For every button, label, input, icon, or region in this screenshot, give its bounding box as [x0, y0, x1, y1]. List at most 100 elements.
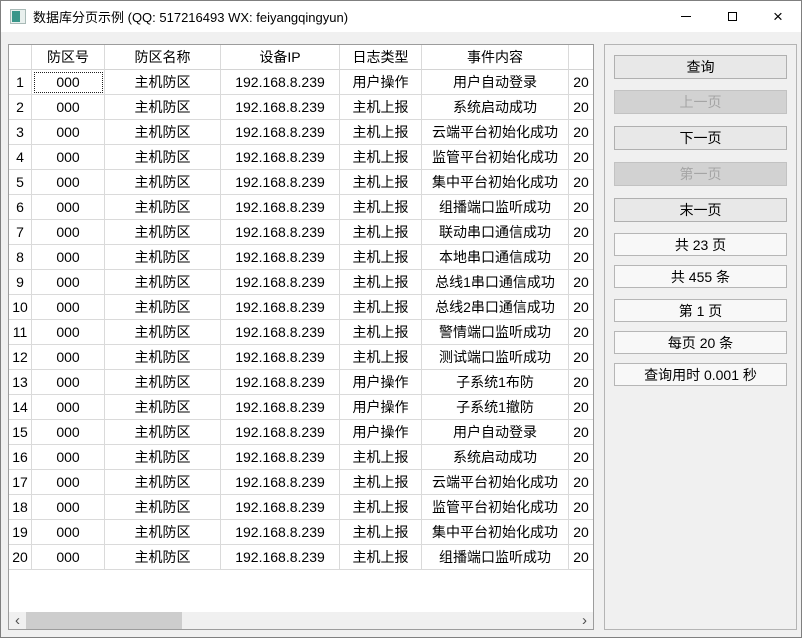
table-cell[interactable]: 20	[569, 245, 593, 270]
table-cell[interactable]: 20	[569, 445, 593, 470]
table-cell[interactable]: 20	[569, 95, 593, 120]
row-header[interactable]: 11	[9, 320, 32, 345]
table-cell[interactable]: 000	[32, 120, 105, 145]
table-cell[interactable]: 20	[569, 395, 593, 420]
table-cell[interactable]: 主机防区	[105, 145, 221, 170]
table-cell[interactable]: 192.168.8.239	[221, 345, 340, 370]
table-cell[interactable]: 000	[32, 345, 105, 370]
table-cell[interactable]: 192.168.8.239	[221, 370, 340, 395]
table-cell[interactable]: 主机防区	[105, 295, 221, 320]
table-cell[interactable]: 000	[32, 520, 105, 545]
table-cell[interactable]: 000	[32, 545, 105, 570]
table-cell[interactable]: 000	[32, 270, 105, 295]
table-cell[interactable]: 主机上报	[340, 545, 422, 570]
scroll-right-arrow-icon[interactable]: ›	[576, 612, 593, 629]
table-cell[interactable]: 主机上报	[340, 270, 422, 295]
table-cell[interactable]: 主机上报	[340, 145, 422, 170]
table-cell[interactable]: 20	[569, 120, 593, 145]
table-cell[interactable]: 192.168.8.239	[221, 220, 340, 245]
table-cell[interactable]: 系统启动成功	[422, 445, 569, 470]
table-cell[interactable]: 集中平台初始化成功	[422, 520, 569, 545]
table-cell[interactable]: 192.168.8.239	[221, 295, 340, 320]
row-header[interactable]: 3	[9, 120, 32, 145]
table-cell[interactable]: 000	[32, 445, 105, 470]
row-header[interactable]: 7	[9, 220, 32, 245]
table-cell[interactable]: 20	[569, 145, 593, 170]
row-header[interactable]: 13	[9, 370, 32, 395]
table-cell[interactable]: 000	[32, 470, 105, 495]
focused-cell[interactable]: 000	[32, 70, 105, 95]
row-header[interactable]: 9	[9, 270, 32, 295]
table-cell[interactable]: 主机防区	[105, 520, 221, 545]
table-cell[interactable]: 192.168.8.239	[221, 70, 340, 95]
table-cell[interactable]: 000	[32, 145, 105, 170]
table-cell[interactable]: 本地串口通信成功	[422, 245, 569, 270]
table-cell[interactable]: 主机上报	[340, 470, 422, 495]
table-cell[interactable]: 20	[569, 545, 593, 570]
table-cell[interactable]: 000	[32, 170, 105, 195]
table-cell[interactable]: 用户自动登录	[422, 70, 569, 95]
row-header[interactable]: 18	[9, 495, 32, 520]
scroll-left-arrow-icon[interactable]: ‹	[9, 612, 26, 629]
table-cell[interactable]: 192.168.8.239	[221, 195, 340, 220]
table-cell[interactable]: 组播端口监听成功	[422, 195, 569, 220]
maximize-button[interactable]	[709, 1, 755, 32]
table-cell[interactable]: 192.168.8.239	[221, 270, 340, 295]
table-cell[interactable]: 主机防区	[105, 495, 221, 520]
table-cell[interactable]: 总线1串口通信成功	[422, 270, 569, 295]
table-cell[interactable]: 192.168.8.239	[221, 95, 340, 120]
table-cell[interactable]: 主机上报	[340, 320, 422, 345]
row-header[interactable]: 10	[9, 295, 32, 320]
table-cell[interactable]: 000	[32, 420, 105, 445]
table-cell[interactable]: 主机防区	[105, 195, 221, 220]
table-cell[interactable]: 主机防区	[105, 345, 221, 370]
table-cell[interactable]: 000	[32, 295, 105, 320]
table-cell[interactable]: 192.168.8.239	[221, 445, 340, 470]
table-cell[interactable]: 主机防区	[105, 545, 221, 570]
table-cell[interactable]: 用户操作	[340, 420, 422, 445]
table-cell[interactable]: 监管平台初始化成功	[422, 145, 569, 170]
scrollbar-thumb[interactable]	[26, 612, 182, 629]
table-cell[interactable]: 主机防区	[105, 445, 221, 470]
table-cell[interactable]: 20	[569, 295, 593, 320]
table-cell[interactable]: 20	[569, 220, 593, 245]
row-header[interactable]: 16	[9, 445, 32, 470]
table-cell[interactable]: 主机上报	[340, 520, 422, 545]
column-header[interactable]: 设备IP	[221, 45, 340, 70]
table-cell[interactable]: 主机上报	[340, 220, 422, 245]
table-cell[interactable]: 主机防区	[105, 320, 221, 345]
horizontal-scrollbar[interactable]: ‹ ›	[9, 612, 593, 629]
table-cell[interactable]: 集中平台初始化成功	[422, 170, 569, 195]
last-page-button[interactable]: 末一页	[614, 198, 787, 222]
table-cell[interactable]: 主机上报	[340, 345, 422, 370]
table-cell[interactable]: 用户操作	[340, 395, 422, 420]
table-cell[interactable]: 20	[569, 270, 593, 295]
table-cell[interactable]: 主机上报	[340, 245, 422, 270]
table-cell[interactable]: 子系统1布防	[422, 370, 569, 395]
column-header[interactable]	[569, 45, 593, 70]
table-cell[interactable]: 20	[569, 520, 593, 545]
table-cell[interactable]: 云端平台初始化成功	[422, 120, 569, 145]
table-cell[interactable]: 20	[569, 370, 593, 395]
table-cell[interactable]: 主机上报	[340, 295, 422, 320]
table-cell[interactable]: 000	[32, 320, 105, 345]
close-button[interactable]: ×	[755, 1, 801, 32]
table-cell[interactable]: 系统启动成功	[422, 95, 569, 120]
row-header[interactable]: 14	[9, 395, 32, 420]
row-header[interactable]: 19	[9, 520, 32, 545]
table-cell[interactable]: 主机上报	[340, 95, 422, 120]
table-cell[interactable]: 主机上报	[340, 445, 422, 470]
table-cell[interactable]: 000	[32, 95, 105, 120]
table-cell[interactable]: 主机上报	[340, 495, 422, 520]
table-cell[interactable]: 主机防区	[105, 270, 221, 295]
table-cell[interactable]: 192.168.8.239	[221, 470, 340, 495]
table-cell[interactable]: 主机防区	[105, 245, 221, 270]
column-header[interactable]: 日志类型	[340, 45, 422, 70]
table-cell[interactable]: 警情端口监听成功	[422, 320, 569, 345]
corner-header[interactable]	[9, 45, 32, 70]
table-cell[interactable]: 20	[569, 495, 593, 520]
table-cell[interactable]: 192.168.8.239	[221, 520, 340, 545]
table-cell[interactable]: 主机防区	[105, 170, 221, 195]
table-cell[interactable]: 监管平台初始化成功	[422, 495, 569, 520]
titlebar[interactable]: 数据库分页示例 (QQ: 517216493 WX: feiyangqingyu…	[1, 1, 801, 32]
